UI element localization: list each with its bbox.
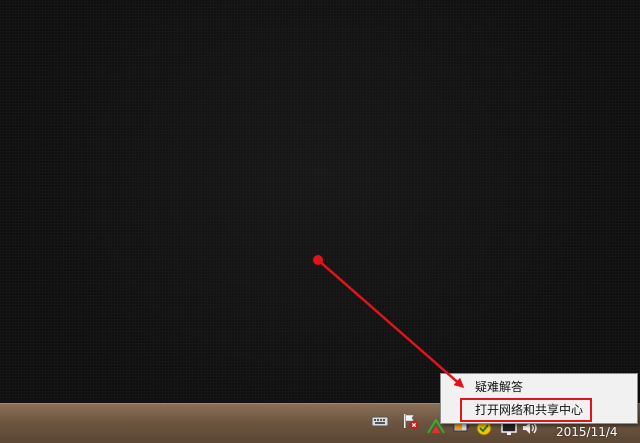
menu-item-troubleshoot[interactable]: 疑难解答 xyxy=(442,376,636,398)
network-context-menu: 疑难解答 打开网络和共享中心 xyxy=(440,373,638,424)
taskbar-clock-date[interactable]: 2015/11/4 xyxy=(556,424,618,440)
menu-item-open-network-sharing-center[interactable]: 打开网络和共享中心 xyxy=(442,399,636,421)
action-center-flag-icon[interactable] xyxy=(401,412,419,430)
keyboard-icon[interactable] xyxy=(371,412,389,430)
